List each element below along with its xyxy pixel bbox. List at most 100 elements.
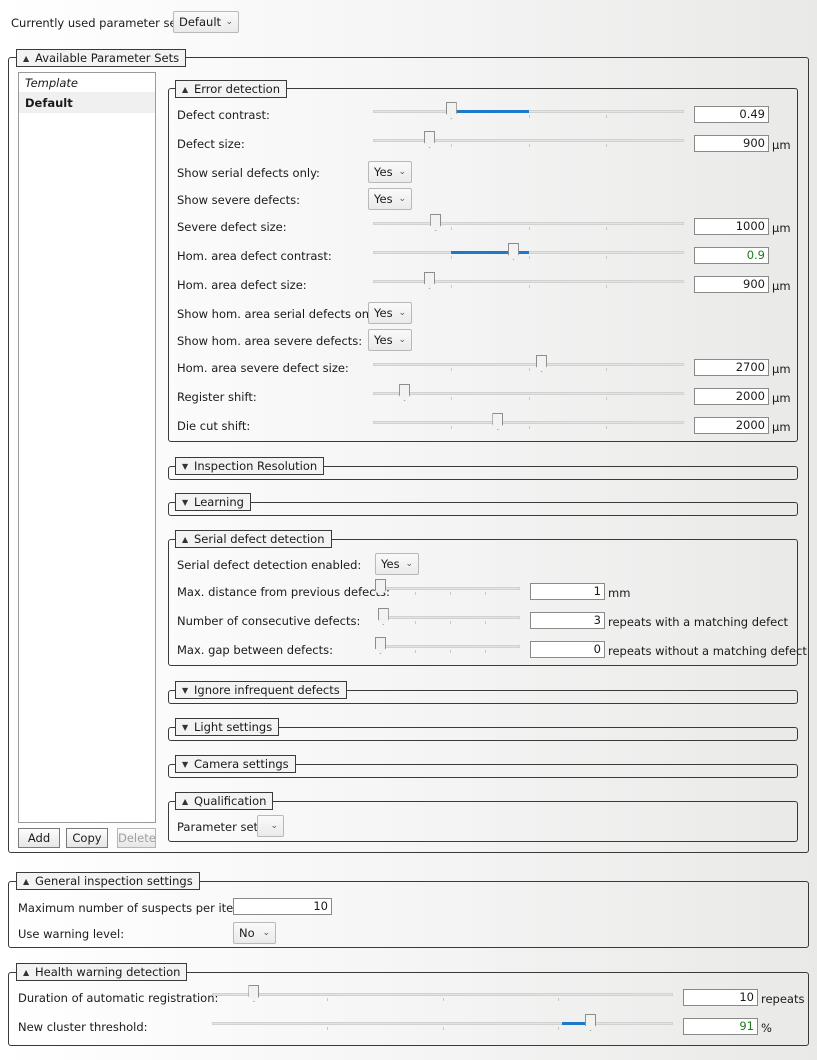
serial-detection-header[interactable]: ▲ Serial defect detection (175, 530, 332, 548)
slider-tick (450, 227, 452, 230)
slider-tick (557, 998, 559, 1001)
max-distance-label: Max. distance from previous defects: (177, 585, 390, 599)
slider-thumb[interactable] (423, 131, 435, 148)
slider-tick (485, 592, 486, 595)
slider-tick (528, 115, 530, 118)
severe-defect-size-field[interactable]: 1000 (694, 218, 769, 235)
ignore-infrequent-header[interactable]: ▼ Ignore infrequent defects (175, 681, 347, 699)
chevron-down-icon: ⌄ (262, 928, 270, 938)
max-distance-slider[interactable] (375, 578, 520, 598)
list-item-default[interactable]: Default (19, 93, 155, 113)
available-sets-header[interactable]: ▲ Available Parameter Sets (16, 49, 187, 67)
slider-track (380, 587, 520, 590)
cluster-threshold-field[interactable]: 91 (683, 1018, 758, 1035)
slider-tick (606, 144, 608, 147)
die-cut-shift-slider[interactable] (373, 412, 684, 432)
camera-settings-header[interactable]: ▼ Camera settings (175, 755, 296, 773)
triangle-down-icon: ▼ (182, 686, 189, 695)
hom-contrast-slider[interactable] (373, 242, 684, 262)
duration-slider[interactable] (212, 984, 673, 1004)
max-distance-field[interactable]: 1 (530, 583, 605, 600)
defect-contrast-label: Defect contrast: (177, 108, 270, 122)
slider-tick (606, 426, 608, 429)
slider-track (373, 222, 684, 225)
hom-contrast-field[interactable]: 0.9 (694, 247, 769, 264)
consecutive-slider[interactable] (377, 607, 520, 627)
serial-enabled-combo[interactable]: Yes ⌄ (375, 553, 419, 575)
slider-track (373, 251, 684, 254)
slider-thumb[interactable] (399, 384, 411, 401)
severe-defect-size-slider[interactable] (373, 213, 684, 233)
die-cut-shift-field[interactable]: 2000 (694, 417, 769, 434)
current-set-value: Default (179, 15, 222, 29)
copy-button[interactable]: Copy (66, 828, 108, 848)
slider-thumb[interactable] (248, 985, 260, 1002)
slider-thumb[interactable] (585, 1014, 597, 1031)
warning-level-combo[interactable]: No ⌄ (233, 922, 276, 944)
slider-thumb[interactable] (492, 413, 504, 430)
max-distance-unit: mm (608, 586, 631, 600)
health-warning-header[interactable]: ▲ Health warning detection (16, 963, 188, 981)
slider-track (380, 645, 520, 648)
defect-size-slider[interactable] (373, 130, 684, 150)
hom-size-field[interactable]: 900 (694, 276, 769, 293)
inspection-resolution-header[interactable]: ▼ Inspection Resolution (175, 457, 325, 475)
max-gap-unit: repeats without a matching defect (608, 644, 807, 658)
slider-tick (450, 650, 451, 653)
consecutive-field[interactable]: 3 (530, 612, 605, 629)
hom-severe-size-slider[interactable] (373, 354, 684, 374)
defect-contrast-field[interactable]: 0.49 (694, 106, 769, 123)
hom-contrast-label: Hom. area defect contrast: (177, 249, 332, 263)
slider-thumb[interactable] (423, 272, 435, 289)
general-settings-header[interactable]: ▲ General inspection settings (16, 872, 200, 890)
slider-tick (606, 256, 608, 259)
add-button[interactable]: Add (18, 828, 60, 848)
slider-tick (450, 285, 452, 288)
slider-tick (485, 650, 486, 653)
register-shift-field[interactable]: 2000 (694, 388, 769, 405)
defect-size-field[interactable]: 900 (694, 135, 769, 152)
slider-thumb[interactable] (445, 102, 457, 119)
parameter-set-list[interactable]: Template Default (18, 72, 156, 823)
slider-thumb[interactable] (535, 355, 547, 372)
delete-button[interactable]: Delete (117, 828, 156, 848)
learning-header[interactable]: ▼ Learning (175, 493, 251, 511)
error-detection-header[interactable]: ▲ Error detection (175, 80, 287, 98)
register-shift-slider[interactable] (373, 383, 684, 403)
max-gap-slider[interactable] (375, 636, 520, 656)
cluster-threshold-slider[interactable] (212, 1013, 673, 1033)
hom-severe-size-field[interactable]: 2700 (694, 359, 769, 376)
hom-severe-combo[interactable]: Yes ⌄ (368, 329, 412, 351)
qualification-header[interactable]: ▲ Qualification (175, 792, 274, 810)
slider-tick (442, 998, 444, 1001)
hom-serial-only-combo[interactable]: Yes ⌄ (368, 302, 412, 324)
slider-thumb[interactable] (430, 214, 442, 231)
max-gap-field[interactable]: 0 (530, 641, 605, 658)
list-item-template[interactable]: Template (19, 73, 155, 93)
slider-track (373, 421, 684, 424)
inspection-parameters-window: { "header": { "current_label": "Currentl… (0, 0, 817, 1060)
triangle-down-icon: ▼ (182, 498, 189, 507)
slider-tick (528, 144, 530, 147)
slider-track (373, 139, 684, 142)
triangle-up-icon: ▲ (23, 54, 30, 63)
current-set-combo[interactable]: Default ⌄ (173, 11, 239, 33)
duration-field[interactable]: 10 (683, 989, 758, 1006)
show-serial-only-value: Yes (374, 165, 393, 179)
max-suspects-field[interactable]: 10 (233, 898, 332, 915)
qualification-parameter-set-combo[interactable]: ⌄ (257, 815, 284, 837)
triangle-up-icon: ▲ (182, 535, 189, 544)
die-cut-shift-label: Die cut shift: (177, 419, 251, 433)
slider-thumb[interactable] (507, 243, 519, 260)
slider-thumb[interactable] (377, 608, 389, 625)
hom-size-slider[interactable] (373, 271, 684, 291)
show-severe-combo[interactable]: Yes ⌄ (368, 188, 412, 210)
slider-tick (528, 285, 530, 288)
chevron-down-icon: ⌄ (270, 821, 278, 831)
light-settings-header[interactable]: ▼ Light settings (175, 718, 280, 736)
triangle-down-icon: ▼ (182, 760, 189, 769)
show-serial-only-combo[interactable]: Yes ⌄ (368, 161, 412, 183)
defect-size-label: Defect size: (177, 137, 245, 151)
defect-contrast-slider[interactable] (373, 101, 684, 121)
slider-tick (415, 650, 416, 653)
